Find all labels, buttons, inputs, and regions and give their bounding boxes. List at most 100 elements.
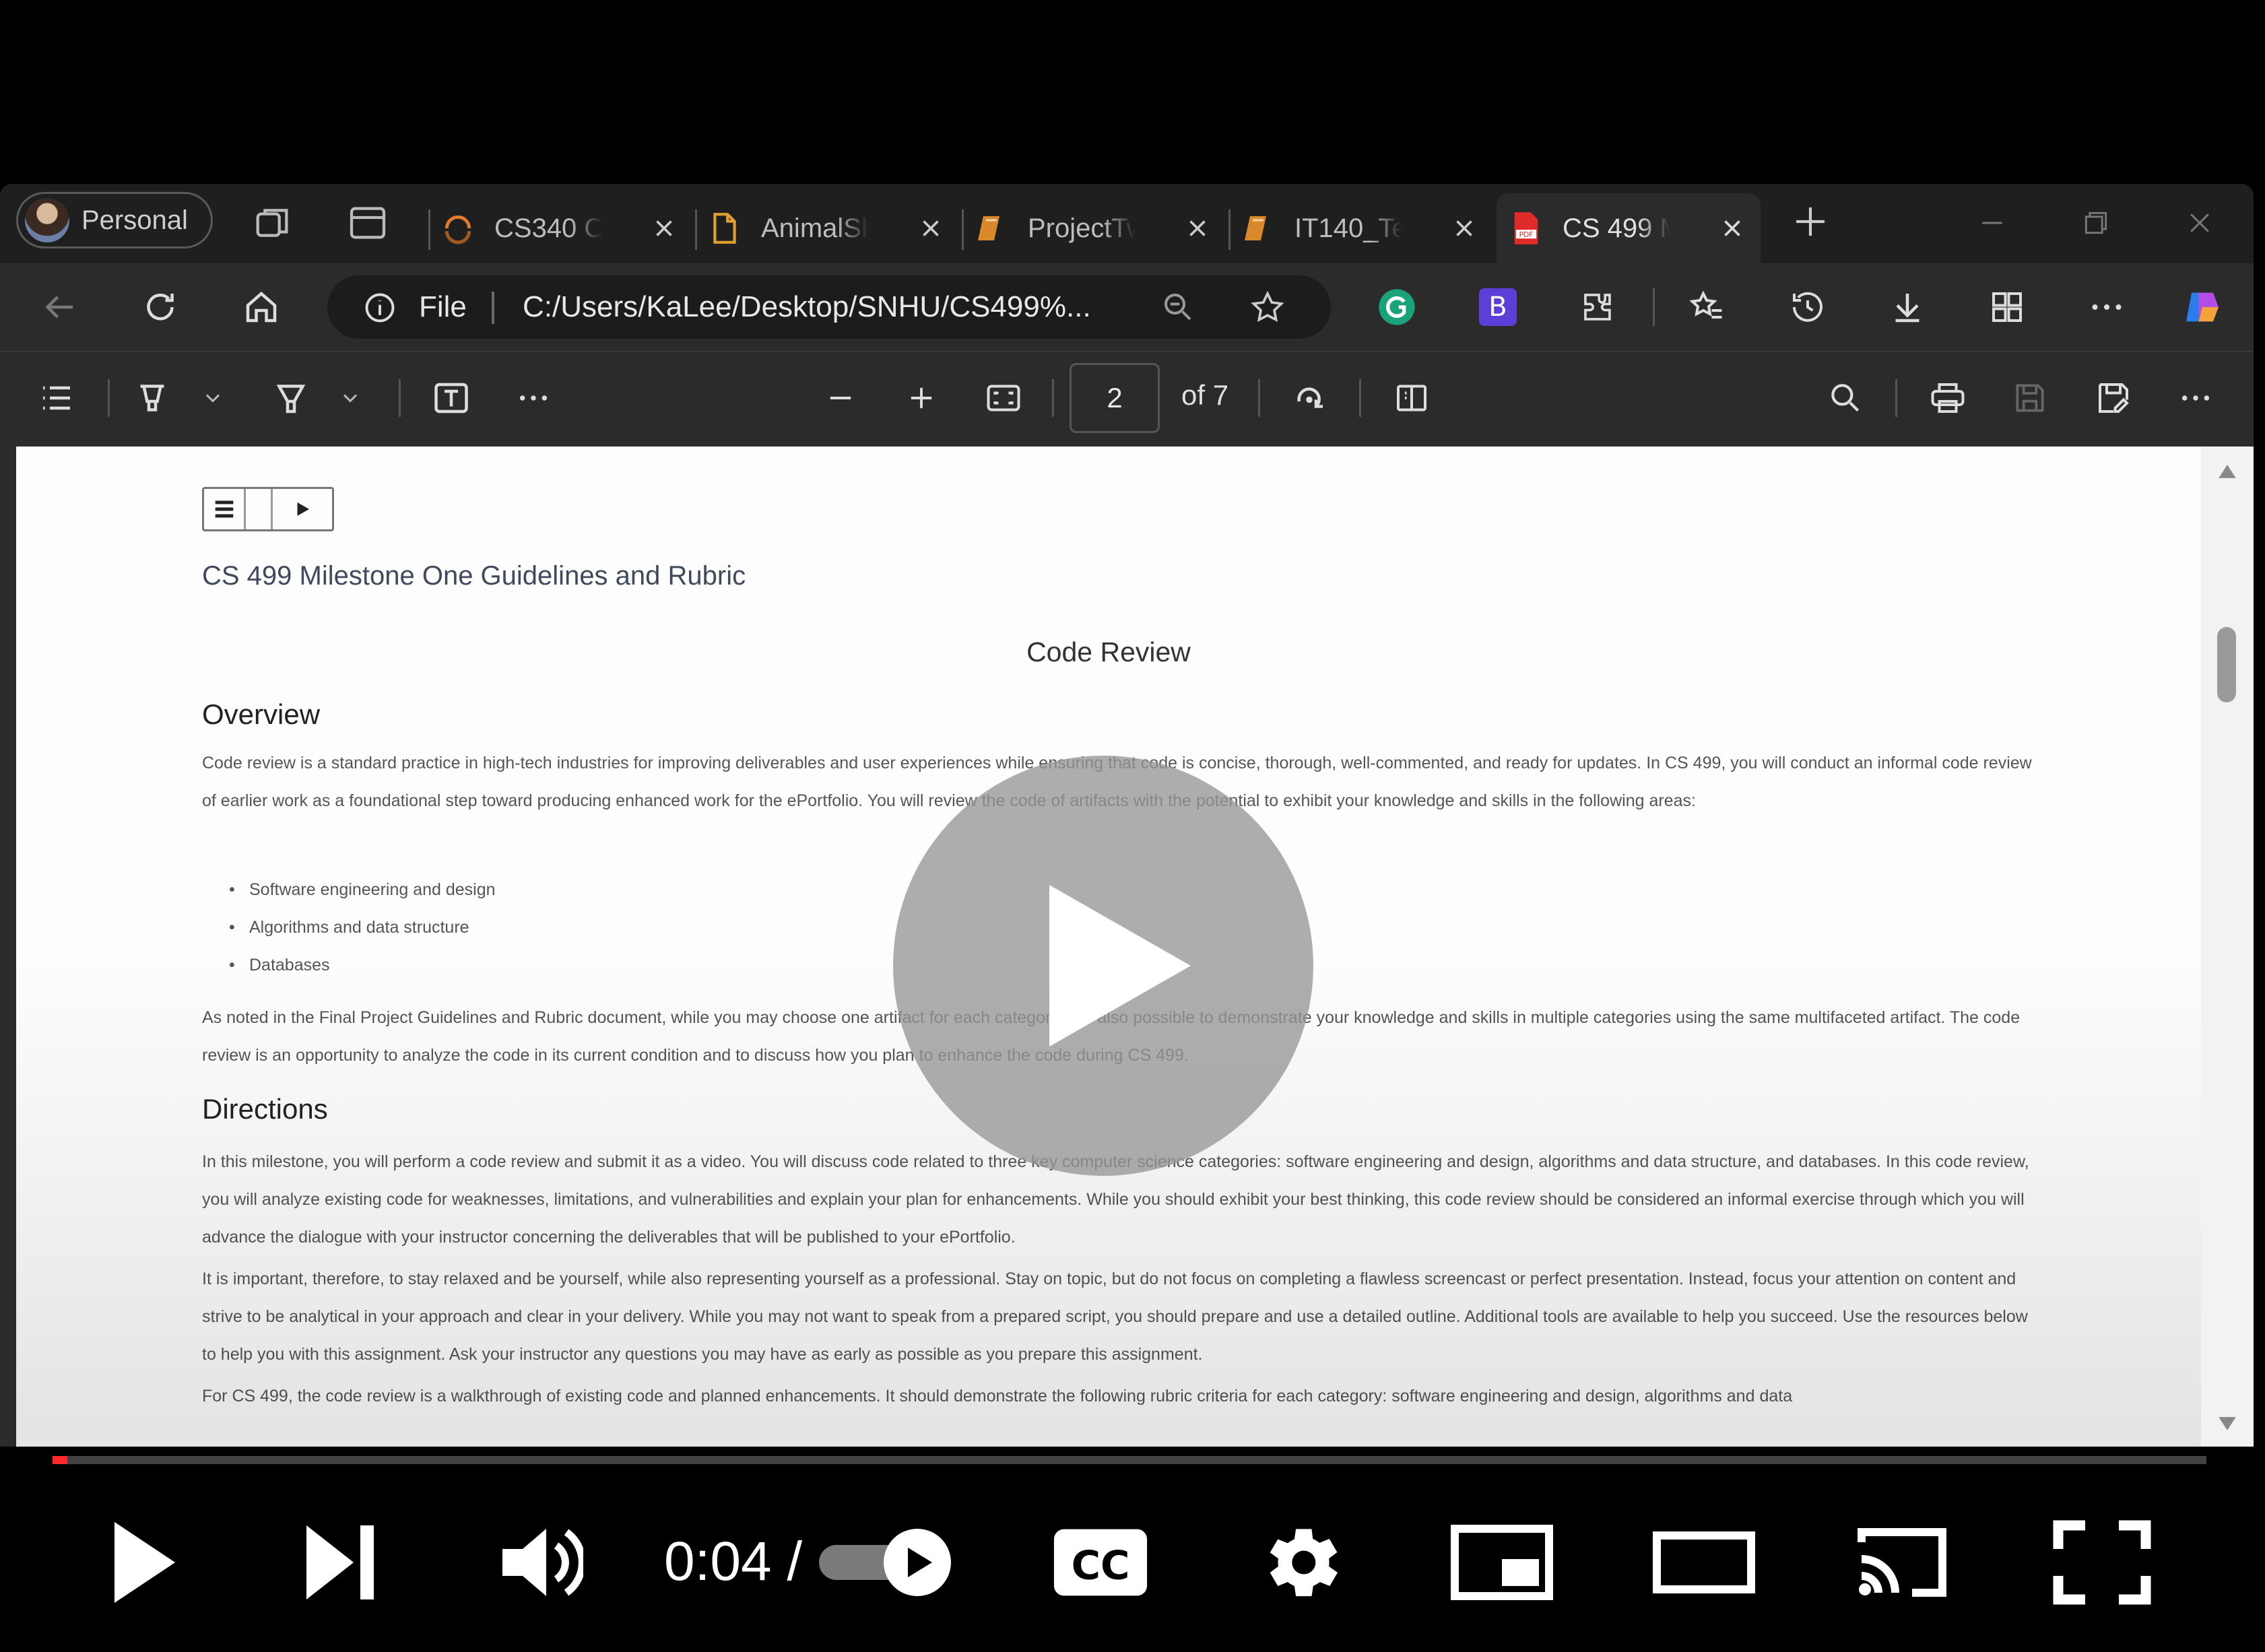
address-bar[interactable]: File C:/Users/KaLee/Desktop/SNHU/CS499%.… bbox=[327, 275, 1331, 339]
close-tab-icon[interactable] bbox=[1447, 211, 1482, 246]
page-view-icon[interactable] bbox=[1390, 376, 1433, 420]
rotate-icon[interactable] bbox=[1288, 376, 1331, 420]
big-play-button[interactable] bbox=[893, 756, 1313, 1176]
close-window-button[interactable] bbox=[2179, 203, 2220, 243]
new-tab-button[interactable] bbox=[1792, 203, 1829, 240]
zoom-out-icon[interactable] bbox=[819, 376, 862, 420]
highlight-icon[interactable] bbox=[131, 376, 174, 420]
loading-spinner-icon bbox=[440, 211, 475, 246]
scroll-thumb[interactable] bbox=[2217, 627, 2236, 702]
home-button[interactable] bbox=[240, 286, 283, 329]
tab-strip: Personal CS340 Clie AnimalShe bbox=[0, 184, 2254, 263]
draw-dropdown-chevron-down-icon[interactable] bbox=[329, 376, 372, 420]
document-title: Code Review bbox=[1026, 636, 1191, 667]
restore-button[interactable] bbox=[2076, 203, 2116, 243]
highlight-dropdown-chevron-down-icon[interactable] bbox=[191, 376, 234, 420]
zoom-icon[interactable] bbox=[1160, 289, 1196, 325]
refresh-button[interactable] bbox=[139, 286, 182, 329]
draw-icon[interactable] bbox=[269, 376, 313, 420]
close-tab-icon[interactable] bbox=[913, 211, 948, 246]
favorites-icon[interactable] bbox=[1685, 286, 1728, 329]
zoom-in-icon[interactable] bbox=[900, 376, 943, 420]
extension-badge: B bbox=[1479, 288, 1517, 326]
info-icon[interactable] bbox=[362, 290, 397, 325]
scrollbar[interactable] bbox=[2201, 447, 2254, 1447]
scroll-down-icon[interactable] bbox=[2216, 1414, 2239, 1434]
divider bbox=[1359, 379, 1361, 417]
extensions-puzzle-icon[interactable] bbox=[1576, 286, 1619, 329]
back-button[interactable] bbox=[38, 286, 81, 329]
book-icon bbox=[974, 211, 1009, 246]
page-count-label: of 7 bbox=[1181, 379, 1229, 411]
profile-button[interactable]: Personal bbox=[16, 192, 213, 249]
favorite-star-icon[interactable] bbox=[1249, 289, 1286, 327]
play-icon bbox=[114, 1522, 175, 1603]
directions-paragraph: It is important, therefore, to stay rela… bbox=[202, 1269, 2028, 1364]
divider bbox=[492, 292, 494, 324]
grammarly-icon[interactable] bbox=[1375, 286, 1418, 329]
tab-title: ProjectTwo bbox=[1028, 213, 1136, 243]
list-item: Software engineering and design bbox=[229, 880, 496, 900]
volume-icon bbox=[502, 1529, 583, 1596]
minimize-button[interactable] bbox=[1972, 203, 2012, 243]
workspaces-icon[interactable] bbox=[251, 201, 294, 244]
tab-title: CS 499 Mi bbox=[1563, 213, 1670, 243]
tab-cs340[interactable]: CS340 Clie bbox=[428, 193, 692, 263]
add-text-icon[interactable] bbox=[430, 376, 473, 420]
document-icon bbox=[707, 211, 742, 246]
overview-heading: Overview bbox=[202, 698, 321, 730]
extension-b-icon[interactable]: B bbox=[1476, 286, 1519, 329]
divider bbox=[1653, 288, 1655, 326]
cast-button[interactable] bbox=[1848, 1515, 1956, 1610]
close-tab-icon[interactable] bbox=[647, 211, 682, 246]
scroll-up-icon[interactable] bbox=[2216, 461, 2239, 482]
tab-cs499[interactable]: PDF CS 499 Mi bbox=[1497, 193, 1761, 263]
theater-mode-button[interactable] bbox=[1650, 1515, 1758, 1610]
page-number-input[interactable]: 2 bbox=[1070, 363, 1160, 433]
fullscreen-button[interactable] bbox=[2051, 1515, 2153, 1610]
copilot-icon[interactable] bbox=[2181, 286, 2224, 329]
tab-title: AnimalShe bbox=[761, 213, 869, 243]
cc-icon: CC bbox=[1053, 1529, 1148, 1596]
tab-projecttwo[interactable]: ProjectTwo bbox=[962, 193, 1226, 263]
autoplay-toggle[interactable] bbox=[815, 1527, 958, 1597]
tab-title: CS340 Clie bbox=[494, 213, 602, 243]
url-text[interactable]: C:/Users/KaLee/Desktop/SNHU/CS499%... bbox=[523, 290, 1091, 324]
more-tools-icon[interactable] bbox=[512, 376, 555, 420]
tab-it140[interactable]: IT140_Text bbox=[1228, 193, 1492, 263]
cast-icon bbox=[1858, 1528, 1946, 1597]
more-menu-icon[interactable] bbox=[2085, 286, 2128, 329]
captions-button[interactable]: CC bbox=[1051, 1515, 1150, 1610]
profile-label: Personal bbox=[81, 205, 188, 235]
navigation-bar: File C:/Users/KaLee/Desktop/SNHU/CS499%.… bbox=[0, 263, 2254, 351]
pdf-toolbar: 2 of 7 bbox=[0, 351, 2254, 440]
svg-text:PDF: PDF bbox=[1519, 230, 1533, 239]
play-button[interactable] bbox=[108, 1515, 182, 1610]
progress-bar[interactable] bbox=[53, 1456, 2206, 1464]
widget-spacer bbox=[246, 489, 273, 529]
next-button[interactable] bbox=[303, 1515, 377, 1610]
close-tab-icon[interactable] bbox=[1180, 211, 1215, 246]
menu-icon[interactable] bbox=[204, 489, 246, 529]
miniplayer-button[interactable] bbox=[1448, 1515, 1556, 1610]
scheme-label: File bbox=[419, 290, 467, 323]
mute-button[interactable] bbox=[496, 1515, 583, 1610]
fit-page-icon[interactable] bbox=[982, 376, 1025, 420]
play-slide-icon[interactable] bbox=[273, 489, 332, 529]
divider bbox=[399, 379, 401, 417]
save-icon[interactable] bbox=[2008, 376, 2051, 420]
history-icon[interactable] bbox=[1786, 286, 1829, 329]
tab-animalshelter[interactable]: AnimalShe bbox=[695, 193, 959, 263]
downloads-icon[interactable] bbox=[1886, 286, 1929, 329]
collections-icon[interactable] bbox=[1985, 286, 2029, 329]
table-of-contents-icon[interactable] bbox=[35, 376, 78, 420]
save-as-icon[interactable] bbox=[2092, 376, 2135, 420]
settings-button[interactable] bbox=[1253, 1515, 1347, 1610]
pdf-more-icon[interactable] bbox=[2174, 376, 2217, 420]
close-tab-icon[interactable] bbox=[1715, 211, 1750, 246]
divider bbox=[1052, 379, 1054, 417]
skip-next-icon bbox=[306, 1525, 374, 1599]
vertical-tabs-icon[interactable] bbox=[346, 201, 389, 244]
print-icon[interactable] bbox=[1926, 376, 1969, 420]
search-icon[interactable] bbox=[1824, 376, 1867, 420]
